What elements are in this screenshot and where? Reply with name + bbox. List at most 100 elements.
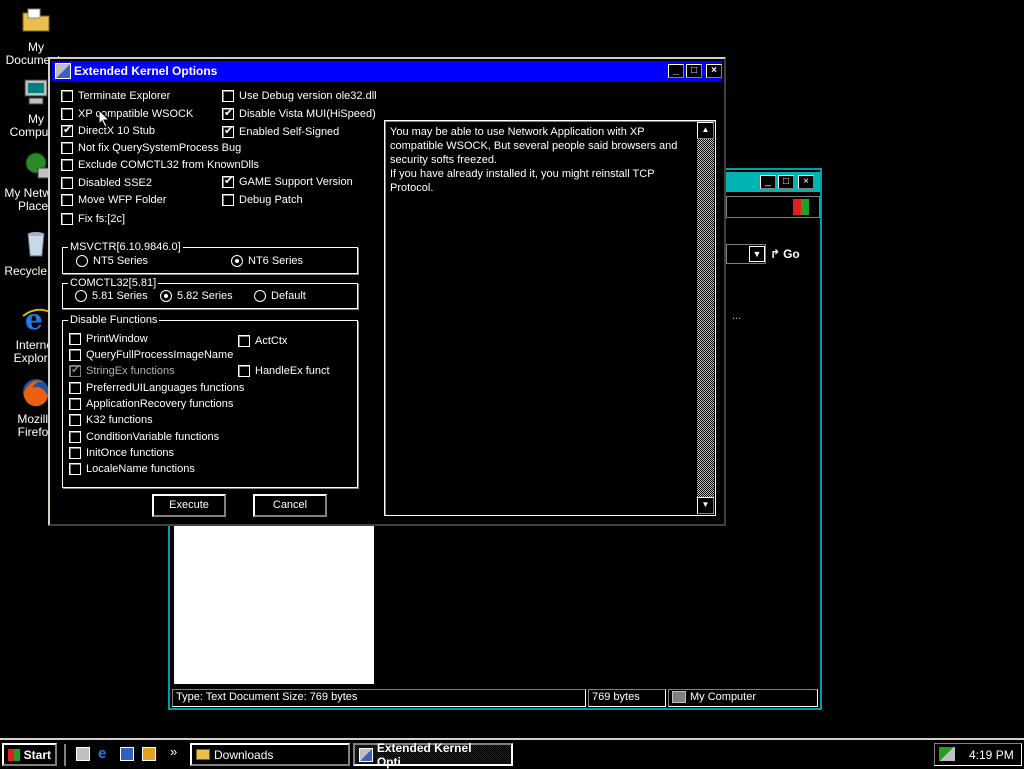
radio-default[interactable]: Default <box>254 290 306 302</box>
check-applicationrecovery[interactable]: ApplicationRecovery functions <box>69 398 233 410</box>
disable-functions-legend: Disable Functions <box>68 314 160 326</box>
check-k32-functions[interactable]: K32 functions <box>69 414 153 426</box>
task-extended-kernel-options[interactable]: Extended Kernel Opti... <box>353 740 513 769</box>
checkbox[interactable] <box>69 363 81 377</box>
start-label: Start <box>23 747 51 762</box>
maximize-button[interactable]: □ <box>778 175 794 189</box>
bg-window-toolbar <box>726 196 820 218</box>
checkbox[interactable] <box>238 365 250 377</box>
close-button[interactable]: × <box>798 175 814 189</box>
checkbox[interactable] <box>69 382 81 394</box>
folder-icon <box>196 749 210 760</box>
checkbox[interactable] <box>222 106 234 120</box>
checkbox[interactable] <box>69 349 81 361</box>
check-printwindow[interactable]: PrintWindow <box>69 333 148 345</box>
check-initonce[interactable]: InitOnce functions <box>69 447 174 459</box>
comctl32-legend: COMCTL32[5.81] <box>68 277 159 289</box>
outlook-icon[interactable] <box>120 747 134 761</box>
radio-button[interactable] <box>254 290 266 302</box>
check-actctx[interactable]: ActCtx <box>238 335 287 347</box>
taskbar: Start e » Downloads Extended Kernel Opti… <box>0 738 1024 769</box>
radio-581-series[interactable]: 5.81 Series <box>75 290 148 302</box>
quick-launch-more[interactable]: » <box>170 744 177 759</box>
radio-button[interactable] <box>75 290 87 302</box>
checkbox[interactable] <box>238 335 250 347</box>
check-not-fix-querysystemprocess[interactable]: Not fix QuerySystemProcess Bug <box>61 142 241 154</box>
checkbox[interactable] <box>69 431 81 443</box>
radio-button[interactable] <box>231 255 243 267</box>
check-disabled-sse2[interactable]: Disabled SSE2 <box>61 177 152 189</box>
clock[interactable]: 4:19 PM <box>969 748 1014 762</box>
checkbox[interactable] <box>61 142 73 154</box>
minimize-button[interactable]: _ <box>760 175 776 189</box>
bg-window-titlebar[interactable]: _ □ × <box>726 172 820 192</box>
radio-nt5-series[interactable]: NT5 Series <box>76 255 148 267</box>
address-bar[interactable]: ▼ <box>726 244 766 264</box>
checkbox[interactable] <box>222 90 234 102</box>
radio-582-series[interactable]: 5.82 Series <box>160 290 233 302</box>
check-conditionvariable[interactable]: ConditionVariable functions <box>69 431 219 443</box>
network-tray-icon[interactable] <box>939 747 955 761</box>
show-desktop-icon[interactable] <box>76 747 90 761</box>
scroll-down-arrow-icon[interactable]: ▼ <box>697 497 714 514</box>
checkbox[interactable] <box>222 174 234 188</box>
internet-explorer-small-icon[interactable]: e <box>98 745 106 762</box>
app-icon <box>359 747 373 762</box>
msvctr-group: MSVCTR[6.10.9846.0] NT5 Series NT6 Serie… <box>62 241 358 274</box>
checkbox[interactable] <box>61 123 73 137</box>
checkbox[interactable] <box>69 447 81 459</box>
dialog-titlebar[interactable]: Extended Kernel Options _ □ × <box>52 61 722 81</box>
check-xp-compatible-wsock[interactable]: XP compatible WSOCK <box>61 108 193 120</box>
checkbox[interactable] <box>69 414 81 426</box>
extended-kernel-options-dialog[interactable]: Extended Kernel Options _ □ × Terminate … <box>48 57 726 526</box>
maximize-button[interactable]: □ <box>686 64 702 78</box>
go-button[interactable]: ↱ Go <box>770 244 816 264</box>
execute-button[interactable]: Execute <box>151 493 227 518</box>
checkbox[interactable] <box>61 194 73 206</box>
minimize-button[interactable]: _ <box>668 64 684 78</box>
checkbox[interactable] <box>222 194 234 206</box>
check-preferreduilanguages[interactable]: PreferredUILanguages functions <box>69 382 244 394</box>
checkbox[interactable] <box>222 124 234 138</box>
check-exclude-comctl32[interactable]: Exclude COMCTL32 from KnownDlls <box>61 159 259 171</box>
check-game-support-version[interactable]: GAME Support Version <box>222 174 353 188</box>
check-queryfullprocessimagename[interactable]: QueryFullProcessImageName <box>69 349 233 361</box>
start-button[interactable]: Start <box>2 743 57 766</box>
radio-nt6-series[interactable]: NT6 Series <box>231 255 303 267</box>
check-debug-patch[interactable]: Debug Patch <box>222 194 303 206</box>
info-textbox[interactable]: You may be able to use Network Applicati… <box>384 120 716 516</box>
check-disable-vista-mui[interactable]: Disable Vista MUI(HiSpeed) <box>222 106 376 120</box>
radio-button[interactable] <box>160 290 172 302</box>
folder-pane[interactable] <box>174 526 374 684</box>
media-player-icon[interactable] <box>142 747 156 761</box>
checkbox[interactable] <box>61 159 73 171</box>
check-handleex[interactable]: HandleEx funct <box>238 365 330 377</box>
radio-button[interactable] <box>76 255 88 267</box>
checkbox[interactable] <box>61 108 73 120</box>
checkbox[interactable] <box>69 463 81 475</box>
dialog-title: Extended Kernel Options <box>74 64 218 78</box>
check-move-wfp-folder[interactable]: Move WFP Folder <box>61 194 166 206</box>
checkbox[interactable] <box>69 398 81 410</box>
checkbox[interactable] <box>61 177 73 189</box>
vertical-scrollbar[interactable]: ▲ ▼ <box>697 122 714 514</box>
check-localename[interactable]: LocaleName functions <box>69 463 195 475</box>
task-label: Extended Kernel Opti... <box>376 740 472 769</box>
my-computer-small-icon <box>672 691 686 703</box>
check-debug-ole32[interactable]: Use Debug version ole32.dll <box>222 90 377 102</box>
check-fix-fs-2c[interactable]: Fix fs:[2c] <box>61 213 125 225</box>
task-downloads[interactable]: Downloads <box>190 743 350 766</box>
go-arrow-icon: ↱ <box>770 247 781 261</box>
check-enabled-self-signed[interactable]: Enabled Self-Signed <box>222 124 339 138</box>
check-stringex-functions[interactable]: StringEx functions <box>69 363 175 377</box>
cancel-button[interactable]: Cancel <box>252 493 328 518</box>
status-size: 769 bytes <box>588 689 666 707</box>
scroll-up-arrow-icon[interactable]: ▲ <box>697 122 714 139</box>
check-terminate-explorer[interactable]: Terminate Explorer <box>61 90 170 102</box>
checkbox[interactable] <box>61 213 73 225</box>
mouse-cursor-icon <box>99 110 111 128</box>
checkbox[interactable] <box>69 333 81 345</box>
close-button[interactable]: × <box>706 64 722 78</box>
checkbox[interactable] <box>61 90 73 102</box>
address-dropdown-button[interactable]: ▼ <box>749 246 765 262</box>
